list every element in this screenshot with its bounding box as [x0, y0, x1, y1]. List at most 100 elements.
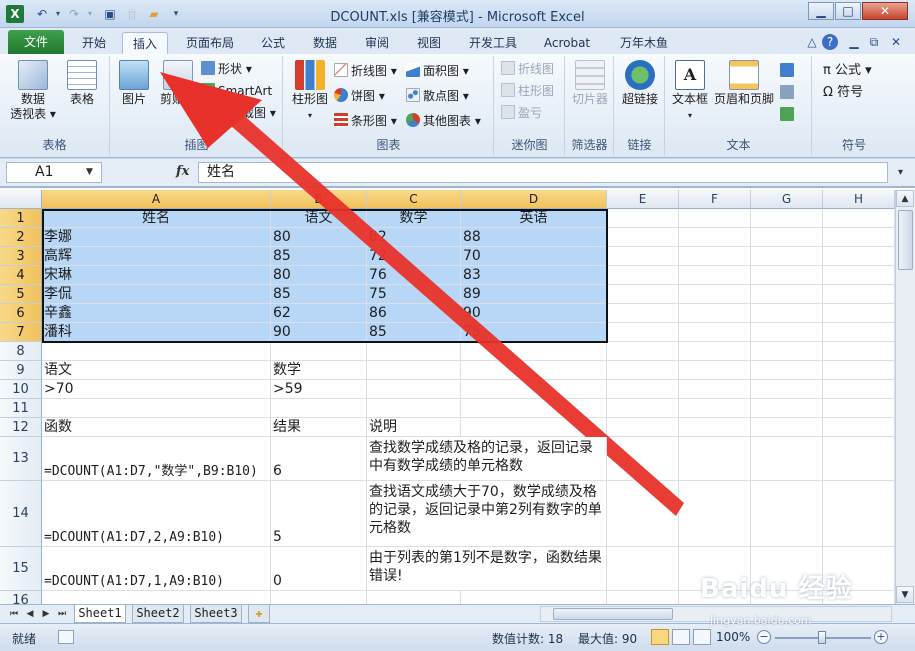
help-icon[interactable]: ? — [822, 34, 838, 50]
column-header-d[interactable]: D — [461, 190, 607, 209]
cell-b6[interactable]: 62 — [271, 304, 367, 323]
tab-developer[interactable]: 开发工具 — [460, 32, 526, 54]
cell-c4[interactable]: 76 — [367, 266, 461, 285]
cell-h12[interactable] — [823, 418, 895, 437]
tab-view[interactable]: 视图 — [406, 32, 452, 54]
select-all-corner[interactable] — [0, 190, 42, 209]
cell-b2[interactable]: 80 — [271, 228, 367, 247]
cell-d11[interactable] — [461, 399, 607, 418]
cell-g4[interactable] — [751, 266, 823, 285]
cell-g7[interactable] — [751, 323, 823, 342]
cell-f7[interactable] — [679, 323, 751, 342]
cell-d8[interactable] — [461, 342, 607, 361]
cell-b1[interactable]: 语文 — [271, 209, 367, 228]
macro-record-icon[interactable] — [58, 630, 74, 644]
tab-home[interactable]: 开始 — [72, 32, 116, 54]
tab-review[interactable]: 审阅 — [354, 32, 400, 54]
cell-h4[interactable] — [823, 266, 895, 285]
workbook-restore-icon[interactable]: ⧉ — [866, 34, 882, 50]
column-header-e[interactable]: E — [607, 190, 679, 209]
picture-button[interactable]: 图片 — [115, 60, 153, 107]
cell-g8[interactable] — [751, 342, 823, 361]
cell-a16[interactable] — [42, 591, 271, 604]
symbol-button[interactable]: Ω 符号 — [823, 84, 863, 102]
cell-f10[interactable] — [679, 380, 751, 399]
horizontal-scrollbar[interactable] — [540, 606, 892, 622]
other-charts-button[interactable]: 其他图表 ▾ — [406, 112, 481, 130]
cell-f15[interactable] — [679, 547, 751, 591]
line-chart-button[interactable]: 折线图 ▾ — [334, 62, 397, 80]
tab-insert[interactable]: 插入 — [122, 32, 168, 54]
cell-f1[interactable] — [679, 209, 751, 228]
column-header-b[interactable]: B — [271, 190, 367, 209]
pivot-table-button[interactable]: 数据 透视表 ▾ — [8, 60, 58, 122]
scroll-down-icon[interactable]: ▼ — [896, 586, 914, 603]
cell-b12[interactable]: 结果 — [271, 418, 367, 437]
tab-file[interactable]: 文件 — [8, 30, 64, 54]
cell-a1[interactable]: 姓名 — [42, 209, 271, 228]
cell-a14[interactable]: =DCOUNT(A1:D7,2,A9:B10) — [42, 481, 271, 547]
cell-f6[interactable] — [679, 304, 751, 323]
object-icon[interactable] — [780, 106, 797, 124]
vertical-scrollbar[interactable]: ▲ ▼ — [895, 190, 915, 604]
cell-g11[interactable] — [751, 399, 823, 418]
cell-a12[interactable]: 函数 — [42, 418, 271, 437]
cell-f3[interactable] — [679, 247, 751, 266]
cell-c1[interactable]: 数学 — [367, 209, 461, 228]
cell-e14[interactable] — [607, 481, 679, 547]
cell-h6[interactable] — [823, 304, 895, 323]
cell-a5[interactable]: 李侃 — [42, 285, 271, 304]
cell-f4[interactable] — [679, 266, 751, 285]
cell-d10[interactable] — [461, 380, 607, 399]
wordart-icon[interactable] — [780, 62, 797, 80]
cell-c5[interactable]: 75 — [367, 285, 461, 304]
cell-h16[interactable] — [823, 591, 895, 604]
row-header-10[interactable]: 10 — [0, 380, 42, 399]
normal-view-icon[interactable] — [651, 629, 669, 645]
row-header-9[interactable]: 9 — [0, 361, 42, 380]
tab-acrobat[interactable]: Acrobat — [536, 32, 598, 54]
formula-input[interactable]: 姓名 — [198, 162, 888, 183]
cell-e1[interactable] — [607, 209, 679, 228]
cell-c13[interactable]: 查找数学成绩及格的记录，返回记录中有数学成绩的单元格数 — [367, 437, 607, 481]
cell-g2[interactable] — [751, 228, 823, 247]
area-chart-button[interactable]: 面积图 ▾ — [406, 62, 469, 80]
cell-g1[interactable] — [751, 209, 823, 228]
cell-d2[interactable]: 88 — [461, 228, 607, 247]
insert-sheet-icon[interactable]: ✚ — [248, 605, 270, 623]
cell-e12[interactable] — [607, 418, 679, 437]
cell-g3[interactable] — [751, 247, 823, 266]
cell-c9[interactable] — [367, 361, 461, 380]
cell-h9[interactable] — [823, 361, 895, 380]
cell-e11[interactable] — [607, 399, 679, 418]
cell-b16[interactable] — [271, 591, 367, 604]
cell-d4[interactable]: 83 — [461, 266, 607, 285]
cell-d7[interactable]: 75 — [461, 323, 607, 342]
cell-e9[interactable] — [607, 361, 679, 380]
cell-b15[interactable]: 0 — [271, 547, 367, 591]
cell-f2[interactable] — [679, 228, 751, 247]
cell-e15[interactable] — [607, 547, 679, 591]
cell-g12[interactable] — [751, 418, 823, 437]
minimize-button[interactable]: ▁ — [808, 2, 834, 20]
cell-h2[interactable] — [823, 228, 895, 247]
row-header-7[interactable]: 7 — [0, 323, 42, 342]
row-header-12[interactable]: 12 — [0, 418, 42, 437]
cell-e13[interactable] — [607, 437, 679, 481]
page-layout-view-icon[interactable] — [672, 629, 690, 645]
cell-a15[interactable]: =DCOUNT(A1:D7,1,A9:B10) — [42, 547, 271, 591]
cell-c16[interactable] — [367, 591, 461, 604]
cell-b3[interactable]: 85 — [271, 247, 367, 266]
first-sheet-icon[interactable]: ⏮ — [8, 607, 20, 621]
cell-a7[interactable]: 潘科 — [42, 323, 271, 342]
tab-wannian-muyu[interactable]: 万年木鱼 — [612, 32, 676, 54]
cell-g5[interactable] — [751, 285, 823, 304]
sheet-tab-sheet1[interactable]: Sheet1 — [74, 605, 126, 623]
cell-b4[interactable]: 80 — [271, 266, 367, 285]
cell-c11[interactable] — [367, 399, 461, 418]
tab-formulas[interactable]: 公式 — [252, 32, 294, 54]
cell-g9[interactable] — [751, 361, 823, 380]
cell-a3[interactable]: 高辉 — [42, 247, 271, 266]
signature-line-icon[interactable] — [780, 84, 797, 102]
cell-b10[interactable]: >59 — [271, 380, 367, 399]
